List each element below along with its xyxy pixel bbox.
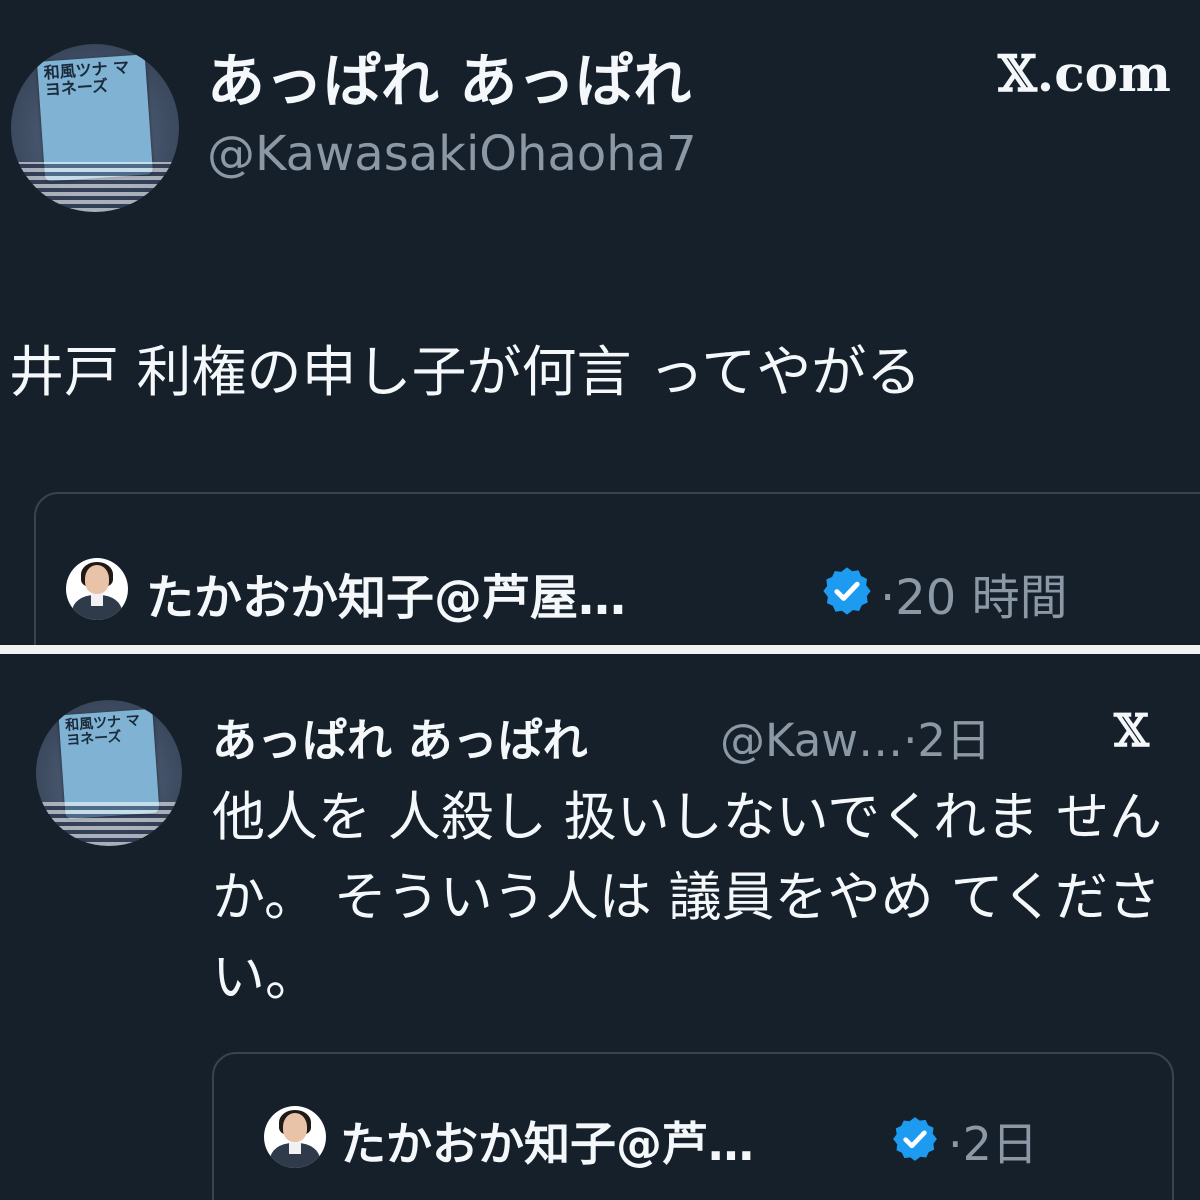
quoted-author-avatar[interactable] <box>264 1106 326 1168</box>
author-name[interactable]: あっぱれ あっぱれ <box>212 704 588 769</box>
author-avatar[interactable]: 和風ツナ マヨネーズ <box>11 44 179 212</box>
quoted-post-time[interactable]: ·20 時間 <box>880 558 1068 628</box>
top-post-screenshot: 和風ツナ マヨネーズ あっぱれ あっぱれ @KawasakiOhaoha7 𝕏.… <box>0 0 1200 645</box>
screenshot-divider <box>0 645 1200 654</box>
x-com-logo[interactable]: 𝕏.com <box>998 44 1171 103</box>
post-body: 他人を 人殺し 扱いしないでくれま せんか。 そういう人は 議員をやめ てくださ… <box>212 787 1162 1008</box>
verified-badge-icon <box>893 1117 937 1161</box>
quoted-author-name[interactable]: たかおか知子@芦… <box>340 1108 754 1174</box>
author-avatar[interactable]: 和風ツナ マヨネーズ <box>36 700 182 846</box>
quoted-author-avatar[interactable] <box>66 558 128 620</box>
quoted-author-name[interactable]: たかおか知子@芦屋… <box>146 558 626 628</box>
author-name[interactable]: あっぱれ あっぱれ <box>207 34 691 118</box>
verified-badge-icon <box>823 567 871 615</box>
avatar-label-text: 和風ツナ マヨネーズ <box>43 57 130 100</box>
quoted-post-card[interactable]: たかおか知子@芦… ·2日 <box>212 1052 1174 1200</box>
author-handle[interactable]: @KawasakiOhaoha7 <box>207 126 697 182</box>
post-body: 井戸 利権の申し子が何言 ってやがる <box>9 340 922 404</box>
bottom-post-screenshot: 和風ツナ マヨネーズ あっぱれ あっぱれ @Kaw…·2日 𝕏 他人を 人殺し … <box>0 654 1200 1200</box>
quoted-post-time[interactable]: ·2日 <box>948 1108 1038 1174</box>
author-handle-and-time[interactable]: @Kaw…·2日 <box>720 704 991 769</box>
x-logo[interactable]: 𝕏 <box>1114 704 1149 757</box>
quoted-post-card[interactable]: たかおか知子@芦屋… ·20 時間 <box>34 492 1200 645</box>
avatar-label-text: 和風ツナ マヨネーズ <box>64 712 141 749</box>
